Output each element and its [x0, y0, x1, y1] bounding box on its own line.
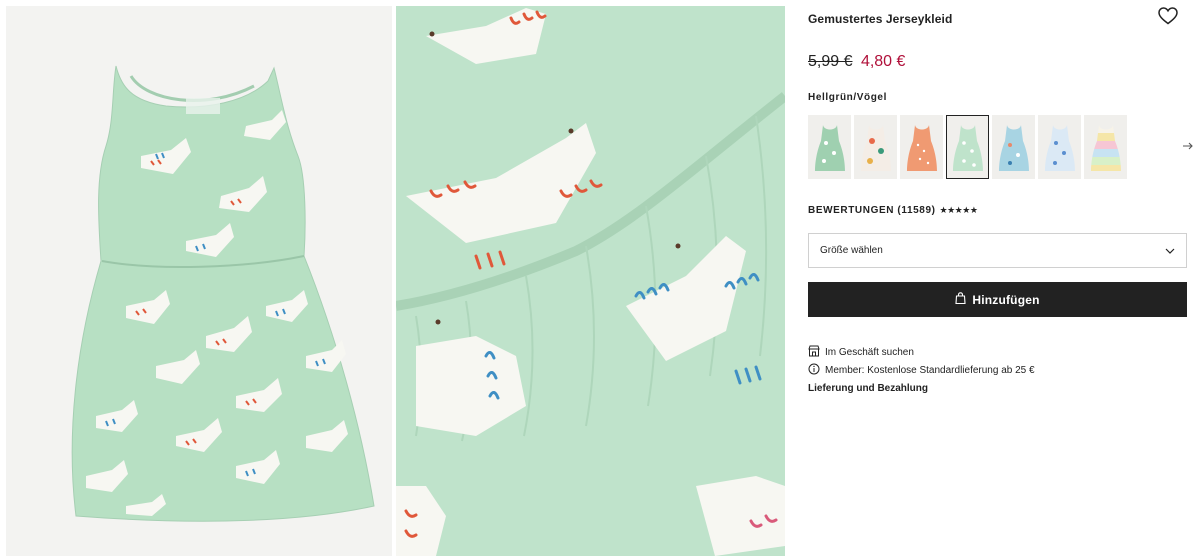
price: 5,99 € 4,80 €: [808, 53, 905, 71]
swatch-green-birds-alt[interactable]: [808, 115, 851, 179]
product-image-detail[interactable]: [396, 6, 785, 556]
swatch-rainbow-stripes[interactable]: [1084, 115, 1127, 179]
product-image-main[interactable]: [6, 6, 392, 556]
add-to-bag-label: Hinzufügen: [972, 292, 1040, 307]
dress-thumb-icon: [860, 125, 891, 171]
dress-thumb-icon: [1090, 125, 1121, 171]
star-rating-icon: ★★★★★: [939, 205, 978, 215]
swatch-white-print[interactable]: [854, 115, 897, 179]
color-label: Hellgrün/Vögel: [808, 92, 887, 103]
dress-thumb-icon: [814, 125, 845, 171]
product-detail-panel: Gemustertes Jerseykleid 5,99 € 4,80 € He…: [808, 0, 1200, 556]
arrow-right-icon[interactable]: [1182, 140, 1196, 154]
info-icon: [808, 363, 820, 378]
size-select-label: Größe wählen: [820, 245, 883, 256]
member-delivery-info: Member: Kostenlose Standardlieferung ab …: [808, 363, 1035, 378]
bag-icon: [955, 291, 966, 309]
swatch-orange-print[interactable]: [900, 115, 943, 179]
product-title: Gemustertes Jerseykleid: [808, 12, 953, 26]
dress-thumb-icon: [952, 125, 983, 171]
dress-thumb-icon: [998, 125, 1029, 171]
dress-illustration: [71, 65, 375, 522]
reviews-link[interactable]: BEWERTUNGEN (11589) ★★★★★: [808, 205, 978, 216]
fabric-closeup: [396, 6, 785, 556]
delivery-payment-link[interactable]: Lieferung und Bezahlung: [808, 383, 928, 394]
reviews-label: BEWERTUNGEN (11589): [808, 205, 936, 216]
chevron-down-icon: [1164, 244, 1176, 262]
size-select[interactable]: Größe wählen: [808, 233, 1187, 268]
dress-thumb-icon: [1044, 125, 1075, 171]
member-delivery-label: Member: Kostenlose Standardlieferung ab …: [825, 365, 1035, 376]
price-old: 5,99 €: [808, 53, 853, 70]
heart-icon[interactable]: [1158, 7, 1180, 27]
store-search-link[interactable]: Im Geschäft suchen: [808, 345, 914, 360]
store-search-label: Im Geschäft suchen: [825, 347, 914, 358]
dress-thumb-icon: [906, 125, 937, 171]
add-to-bag-button[interactable]: Hinzufügen: [808, 282, 1187, 317]
swatch-light-blue-print[interactable]: [1038, 115, 1081, 179]
swatch-blue-print[interactable]: [992, 115, 1035, 179]
color-swatches: [808, 115, 1127, 179]
store-icon: [808, 345, 820, 360]
swatch-mint-birds[interactable]: [946, 115, 989, 179]
price-sale: 4,80 €: [860, 53, 906, 70]
